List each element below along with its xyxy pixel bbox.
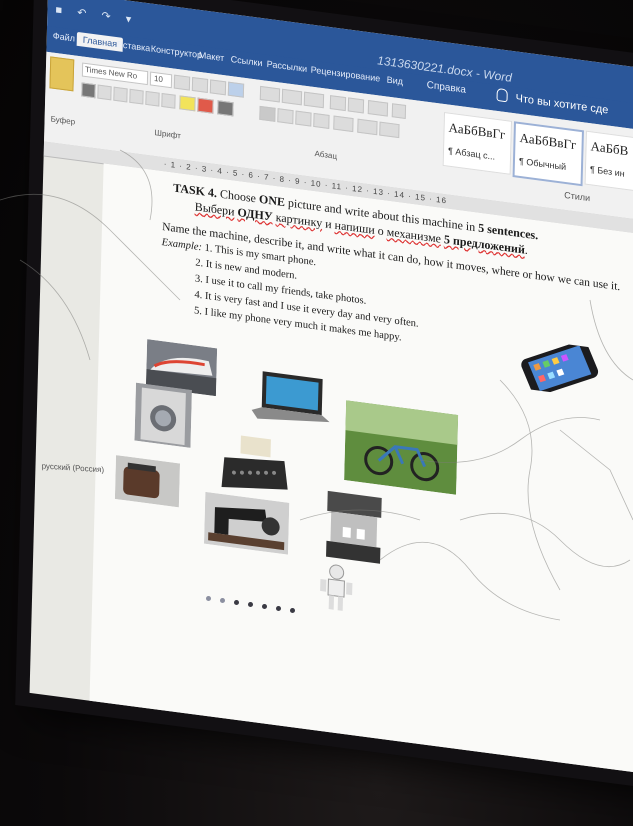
align-center-button[interactable] [277,108,294,125]
style-no-spacing[interactable]: АаБбВ ¶ Без ин [584,130,633,194]
photo-stage: ■ ↶ ↷ ▾ 1313630221.docx - Word Файл Глав… [0,0,633,826]
style-paragraph-list[interactable]: АаБбВвГг ¶ Абзац с... [442,112,513,175]
decrease-indent-button[interactable] [329,95,347,112]
tab-references[interactable]: Ссылки [231,54,263,68]
robot-image[interactable] [315,561,358,614]
tab-help[interactable]: Справка [427,80,467,96]
justify-button[interactable] [313,112,330,129]
lightbulb-icon [496,87,508,103]
font-size-box[interactable]: 10 [149,71,173,89]
quick-access-toolbar[interactable]: ■ ↶ ↷ ▾ [55,3,137,27]
superscript-button[interactable] [161,92,176,109]
toaster-image[interactable] [114,455,181,508]
page-dot[interactable] [262,604,267,609]
tab-review[interactable]: Рецензирование [311,65,381,84]
grow-font-button[interactable] [173,74,191,91]
page-dot[interactable] [276,606,281,611]
coffee-machine-image[interactable] [322,488,386,566]
numbering-button[interactable] [281,88,303,106]
italic-button[interactable] [97,84,112,101]
show-marks-button[interactable] [391,103,407,119]
shading-button[interactable] [217,100,234,117]
shrink-font-button[interactable] [191,76,209,94]
sewing-machine-image[interactable] [203,491,290,555]
bullets-button[interactable] [259,85,281,103]
page-dot[interactable] [234,600,239,605]
washing-machine-image[interactable] [134,382,192,448]
laptop-image[interactable] [247,367,332,434]
page-dot[interactable] [206,596,211,601]
tablet-screen: ■ ↶ ↷ ▾ 1313630221.docx - Word Файл Глав… [29,0,633,777]
clipboard-group-label: Буфер [50,114,76,127]
tab-file[interactable]: Файл [53,31,75,44]
font-name-box[interactable]: Times New Ro [81,62,149,86]
underline-button[interactable] [113,86,128,103]
align-right-button[interactable] [295,110,312,127]
font-group-label: Шрифт [154,128,182,141]
bold-button[interactable] [81,82,96,99]
multilevel-button[interactable] [303,91,325,109]
page-dot[interactable] [220,598,225,603]
highlight-button[interactable] [179,95,196,112]
paragraph-group-label: Абзац [314,149,338,161]
line-spacing-button[interactable] [333,115,354,133]
smartphone-image[interactable] [519,338,600,398]
strike-button[interactable] [129,88,144,105]
font-color-button[interactable] [197,97,214,114]
align-left-button[interactable] [259,105,276,122]
tab-view[interactable]: Вид [387,74,404,86]
sort-button[interactable] [367,100,389,117]
tab-design[interactable]: Конструктор [151,44,203,61]
increase-indent-button[interactable] [347,97,365,114]
bicycle-image[interactable] [344,400,459,495]
style-normal[interactable]: АаБбВвГг ¶ Обычный [512,121,584,187]
typewriter-image[interactable] [217,431,291,500]
document-page[interactable]: TASK 4. Choose ONE picture and write abo… [88,163,633,777]
styles-group-label: Стили [564,189,591,204]
tab-layout[interactable]: Макет [199,50,225,63]
tab-mailings[interactable]: Рассылки [267,59,308,74]
page-dot[interactable] [290,608,295,613]
clear-format-button[interactable] [227,81,245,98]
page-dot[interactable] [248,602,253,607]
paste-icon[interactable] [49,56,75,92]
change-case-button[interactable] [209,79,227,96]
borders-button[interactable] [379,121,400,139]
fill-button[interactable] [357,118,378,136]
subscript-button[interactable] [145,90,160,107]
